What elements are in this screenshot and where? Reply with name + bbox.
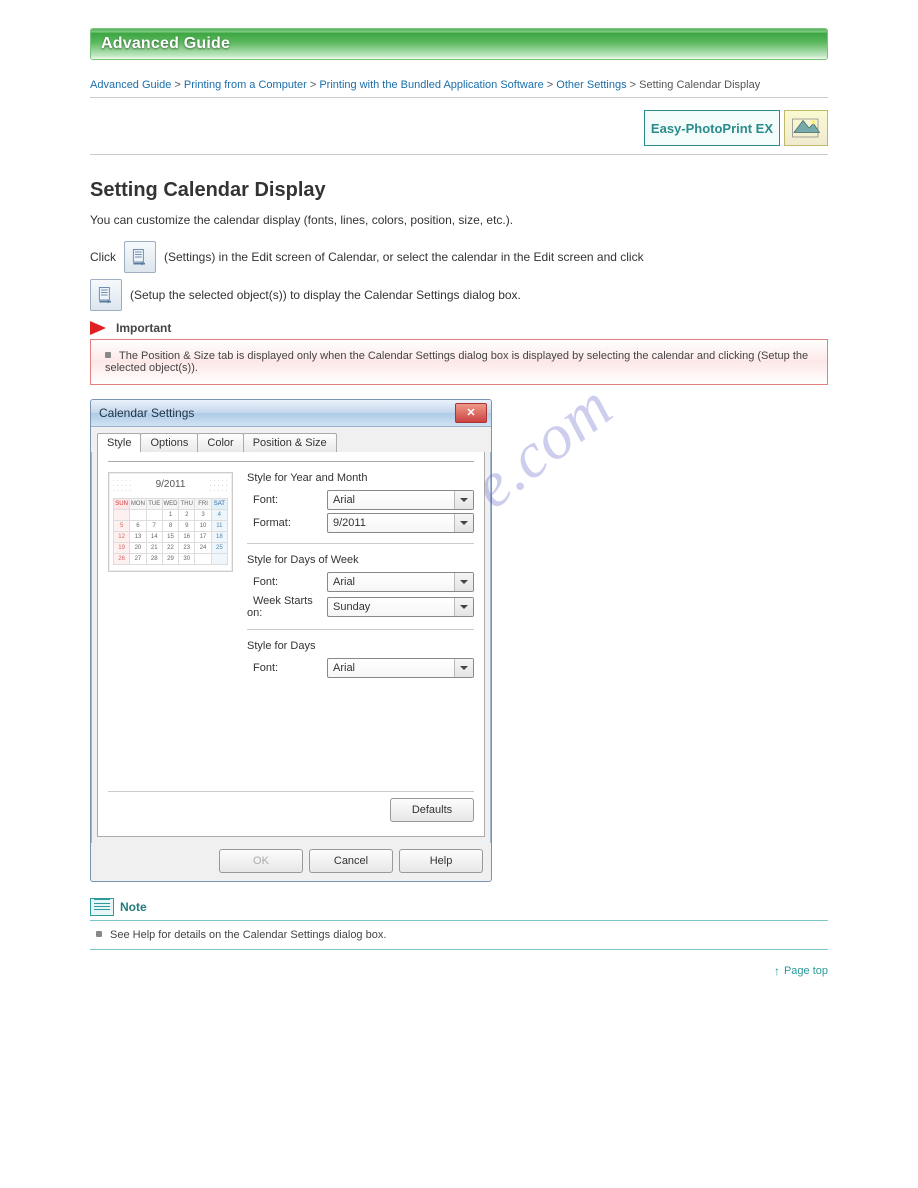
- week-starts-label: Week Starts on:: [247, 595, 327, 619]
- format-value: 9/2011: [333, 517, 366, 529]
- bullet-icon: [105, 352, 111, 358]
- divider: [247, 629, 474, 630]
- font-label-2: Font:: [247, 576, 327, 588]
- divider: [90, 154, 828, 155]
- breadcrumb-seg-1[interactable]: Advanced Guide: [90, 79, 171, 91]
- step-tail: (Settings) in the Edit screen of Calenda…: [164, 249, 644, 266]
- tab-options[interactable]: Options: [140, 433, 198, 452]
- cancel-button[interactable]: Cancel: [309, 849, 393, 873]
- font-select-3[interactable]: Arial: [327, 658, 474, 678]
- week-starts-select[interactable]: Sunday: [327, 597, 474, 617]
- section-year-month: Style for Year and Month: [247, 472, 474, 484]
- dialog-tabs: Style Options Color Position & Size: [91, 427, 491, 452]
- mini-month-left: · · · · · · · · · · · · · · ·: [113, 479, 131, 494]
- step-tail-2: (Setup the selected object(s)) to displa…: [130, 287, 521, 304]
- setup-object-icon: [90, 279, 122, 311]
- page-title: Setting Calendar Display: [90, 179, 828, 202]
- tab-panel-style: · · · · · · · · · · · · · · · 9/2011 · ·…: [97, 452, 485, 837]
- font-value-1: Arial: [333, 494, 355, 506]
- intro-text: You can customize the calendar display (…: [90, 212, 828, 229]
- app-badge: Easy-PhotoPrint EX: [644, 110, 780, 146]
- chevron-down-icon: [454, 491, 473, 509]
- calendar-preview: · · · · · · · · · · · · · · · 9/2011 · ·…: [108, 472, 233, 572]
- bullet-icon: [96, 931, 102, 937]
- guide-header: Advanced Guide: [90, 28, 828, 60]
- section-days-of-week: Style for Days of Week: [247, 554, 474, 566]
- chevron-down-icon: [454, 598, 473, 616]
- calendar-settings-dialog: Calendar Settings ✕ Style Options Color …: [90, 399, 492, 882]
- font-select-2[interactable]: Arial: [327, 572, 474, 592]
- preview-calendar-table: SUN MON TUE WED THU FRI SAT 1234 5678910…: [113, 498, 228, 565]
- dow-tue: TUE: [146, 499, 162, 510]
- section-days: Style for Days: [247, 640, 474, 652]
- font-select-1[interactable]: Arial: [327, 490, 474, 510]
- breadcrumb: Advanced Guide > Printing from a Compute…: [90, 78, 828, 93]
- breadcrumb-seg-3[interactable]: Printing with the Bundled Application So…: [319, 79, 543, 91]
- ok-button[interactable]: OK: [219, 849, 303, 873]
- photos-icon: [791, 116, 821, 140]
- font-label-3: Font:: [247, 662, 327, 674]
- arrow-up-icon: ↑: [774, 964, 780, 978]
- close-icon: ✕: [466, 408, 475, 419]
- font-label-1: Font:: [247, 494, 327, 506]
- guide-header-title: Advanced Guide: [101, 35, 230, 53]
- app-badge-text: Easy-PhotoPrint EX: [651, 121, 773, 136]
- chevron-down-icon: [454, 659, 473, 677]
- settings-page-icon-2: [96, 285, 116, 305]
- dow-sat: SAT: [211, 499, 227, 510]
- important-flag-icon: [90, 321, 110, 335]
- divider: [108, 791, 474, 792]
- note-text: See Help for details on the Calendar Set…: [110, 929, 386, 941]
- chevron-down-icon: [454, 514, 473, 532]
- page-top-label: Page top: [784, 965, 828, 977]
- format-select[interactable]: 9/2011: [327, 513, 474, 533]
- week-starts-value: Sunday: [333, 601, 370, 613]
- app-badge-icon: [784, 110, 828, 146]
- important-text: The Position & Size tab is displayed onl…: [105, 350, 808, 374]
- dow-sun: SUN: [114, 499, 130, 510]
- step-click: Click: [90, 249, 116, 266]
- page-top-link[interactable]: ↑ Page top: [90, 964, 828, 978]
- settings-page-icon: [130, 247, 150, 267]
- important-callout: The Position & Size tab is displayed onl…: [90, 339, 828, 385]
- help-button[interactable]: Help: [399, 849, 483, 873]
- dialog-button-row: OK Cancel Help: [91, 843, 491, 881]
- breadcrumb-seg-2[interactable]: Printing from a Computer: [184, 79, 307, 91]
- dow-thu: THU: [179, 499, 195, 510]
- dialog-title: Calendar Settings: [99, 406, 194, 420]
- font-value-2: Arial: [333, 576, 355, 588]
- dow-fri: FRI: [195, 499, 211, 510]
- font-value-3: Arial: [333, 662, 355, 674]
- note-icon: [90, 898, 114, 916]
- settings-button-icon: [124, 241, 156, 273]
- mini-month-right: · · · · · · · · · · · · · · ·: [210, 479, 228, 494]
- note-label: Note: [120, 900, 147, 914]
- tab-color[interactable]: Color: [197, 433, 243, 452]
- preview-title: 9/2011: [156, 479, 186, 490]
- dialog-titlebar: Calendar Settings ✕: [91, 400, 491, 427]
- chevron-down-icon: [454, 573, 473, 591]
- defaults-button[interactable]: Defaults: [390, 798, 474, 822]
- divider: [90, 97, 828, 98]
- breadcrumb-seg-5: Setting Calendar Display: [639, 79, 760, 91]
- format-label: Format:: [247, 517, 327, 529]
- tab-style[interactable]: Style: [97, 433, 141, 452]
- dow-wed: WED: [162, 499, 178, 510]
- note-box: See Help for details on the Calendar Set…: [90, 920, 828, 950]
- important-label: Important: [116, 321, 171, 335]
- close-button[interactable]: ✕: [455, 403, 487, 423]
- divider: [247, 543, 474, 544]
- tab-position-size[interactable]: Position & Size: [243, 433, 337, 452]
- breadcrumb-seg-4[interactable]: Other Settings: [556, 79, 626, 91]
- dow-mon: MON: [130, 499, 146, 510]
